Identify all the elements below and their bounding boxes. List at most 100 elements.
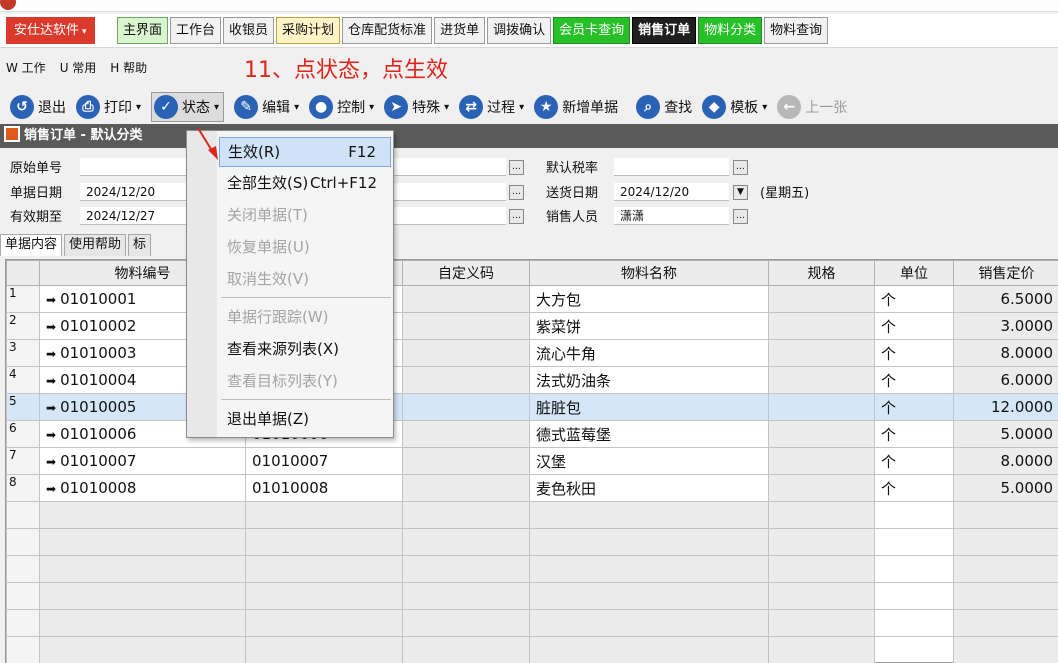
grid-cell[interactable] (402, 636, 530, 663)
grid-cell[interactable] (245, 555, 403, 583)
grid-cell[interactable]: 麦色秋田 (529, 474, 769, 502)
process-button[interactable]: ⇄ 过程 ▾ (459, 92, 524, 122)
row-number-cell[interactable] (6, 528, 40, 556)
grid-cell[interactable]: 脏脏包 (529, 393, 769, 421)
table-row[interactable]: 1➡0101000101010001大方包个6.5000 (6, 285, 1058, 313)
sales-person-field[interactable]: 潇潇 (614, 207, 729, 225)
special-button[interactable]: ➤ 特殊 ▾ (384, 92, 449, 122)
template-button[interactable]: ◆ 模板 ▾ (702, 92, 767, 122)
grid-cell[interactable] (245, 582, 403, 610)
grid-cell[interactable] (768, 501, 875, 529)
grid-cell[interactable] (768, 420, 875, 448)
grid-cell[interactable] (402, 501, 530, 529)
grid-cell[interactable]: 流心牛角 (529, 339, 769, 367)
tab-module[interactable]: 主界面 (117, 17, 169, 44)
tab-module[interactable]: 采购计划 (276, 17, 341, 44)
grid-cell[interactable] (39, 582, 246, 610)
grid-cell[interactable]: ➡ 01010008 (39, 474, 246, 502)
grid-cell[interactable] (874, 582, 954, 610)
menu-item-source-list[interactable]: 查看来源列表(X) (219, 334, 391, 364)
grid-cell[interactable] (529, 555, 769, 583)
grid-cell[interactable] (39, 609, 246, 637)
grid-cell[interactable]: 个 (874, 285, 954, 313)
grid-cell[interactable] (402, 447, 530, 475)
grid-cell[interactable] (39, 636, 246, 663)
table-row[interactable]: 5➡0101000501010005脏脏包个12.0000 (6, 393, 1058, 421)
grid-cell[interactable] (529, 582, 769, 610)
table-row[interactable] (6, 501, 1058, 529)
price-cell[interactable]: 8.0000 (953, 339, 1058, 367)
status-button[interactable]: ✓ 状态 ▾ (151, 92, 225, 122)
grid-cell[interactable] (768, 312, 875, 340)
row-number-cell[interactable] (6, 501, 40, 529)
grid-cell[interactable]: 01010007 (245, 447, 403, 475)
grid-cell[interactable] (529, 501, 769, 529)
column-header[interactable]: 自定义码 (402, 260, 530, 286)
grid-cell[interactable]: 大方包 (529, 285, 769, 313)
grid-cell[interactable] (768, 285, 875, 313)
tab-module[interactable]: 会员卡查询 (553, 17, 631, 44)
grid-cell[interactable]: 紫菜饼 (529, 312, 769, 340)
tab-module[interactable]: 收银员 (223, 17, 275, 44)
row-number-cell[interactable] (6, 609, 40, 637)
grid-cell[interactable] (245, 609, 403, 637)
grid-cell[interactable] (768, 393, 875, 421)
grid-cell[interactable]: 德式蓝莓堡 (529, 420, 769, 448)
grid-cell[interactable] (39, 528, 246, 556)
tab-module[interactable]: 工作台 (170, 17, 222, 44)
row-number-cell[interactable]: 6 (6, 420, 40, 448)
ship-date-field[interactable]: 2024/12/20 (614, 183, 729, 201)
row-number-cell[interactable] (6, 582, 40, 610)
column-header[interactable]: 规格 (768, 260, 875, 286)
tab-module[interactable]: 物料查询 (764, 17, 829, 44)
grid-cell[interactable] (402, 312, 530, 340)
exit-button[interactable]: ↺ 退出 (10, 92, 66, 122)
row-number-cell[interactable] (6, 555, 40, 583)
table-row[interactable]: 7 ➡ 01010007 01010007 汉堡个 8.0000 (6, 447, 1058, 475)
price-cell[interactable] (953, 501, 1058, 529)
grid-cell[interactable] (874, 528, 954, 556)
grid-cell[interactable]: 个 (874, 393, 954, 421)
grid-cell[interactable] (402, 393, 530, 421)
table-row[interactable] (6, 609, 1058, 637)
grid-cell[interactable]: 01010008 (245, 474, 403, 502)
table-row[interactable]: 3➡0101000301010003流心牛角个8.0000 (6, 339, 1058, 367)
grid-cell[interactable] (874, 636, 954, 663)
grid-cell[interactable] (402, 582, 530, 610)
grid-cell[interactable] (529, 528, 769, 556)
tab-module[interactable]: 仓库配货标准 (342, 17, 433, 44)
column-header[interactable]: 单位 (874, 260, 954, 286)
row-number-cell[interactable] (6, 636, 40, 663)
grid-cell[interactable] (245, 501, 403, 529)
tab-other[interactable]: 标 (128, 234, 152, 256)
price-cell[interactable]: 6.0000 (953, 366, 1058, 394)
table-row[interactable]: 4➡0101000401010004法式奶油条个6.0000 (6, 366, 1058, 394)
grid-cell[interactable] (768, 528, 875, 556)
brand-menu-button[interactable]: 安仕达软件 ▾ (6, 17, 95, 44)
table-row[interactable]: 2➡0101000201010002紫菜饼个3.0000 (6, 312, 1058, 340)
grid-cell[interactable] (768, 555, 875, 583)
price-cell[interactable] (953, 582, 1058, 610)
grid-cell[interactable] (874, 555, 954, 583)
grid-cell[interactable] (39, 501, 246, 529)
grid-cell[interactable] (529, 636, 769, 663)
grid-cell[interactable]: 个 (874, 474, 954, 502)
find-button[interactable]: ⌕ 查找 (636, 92, 692, 122)
price-cell[interactable] (953, 555, 1058, 583)
menu-item-close[interactable]: 关闭单据(T) (219, 200, 391, 230)
ellipsis-button[interactable]: … (733, 160, 748, 175)
grid-cell[interactable] (874, 501, 954, 529)
grid-cell[interactable]: 个 (874, 420, 954, 448)
grid-cell[interactable]: 个 (874, 312, 954, 340)
table-row[interactable]: 6➡0101000601010006德式蓝莓堡个5.0000 (6, 420, 1058, 448)
ellipsis-button[interactable]: … (733, 209, 748, 224)
grid-cell[interactable] (402, 339, 530, 367)
grid-cell[interactable] (402, 420, 530, 448)
grid-cell[interactable] (402, 609, 530, 637)
grid-cell[interactable] (402, 285, 530, 313)
grid-cell[interactable]: 个 (874, 339, 954, 367)
row-number-cell[interactable]: 3 (6, 339, 40, 367)
print-button[interactable]: ⎙ 打印 ▾ (76, 92, 141, 122)
tab-help[interactable]: 使用帮助 (64, 234, 127, 256)
grid-cell[interactable] (402, 528, 530, 556)
